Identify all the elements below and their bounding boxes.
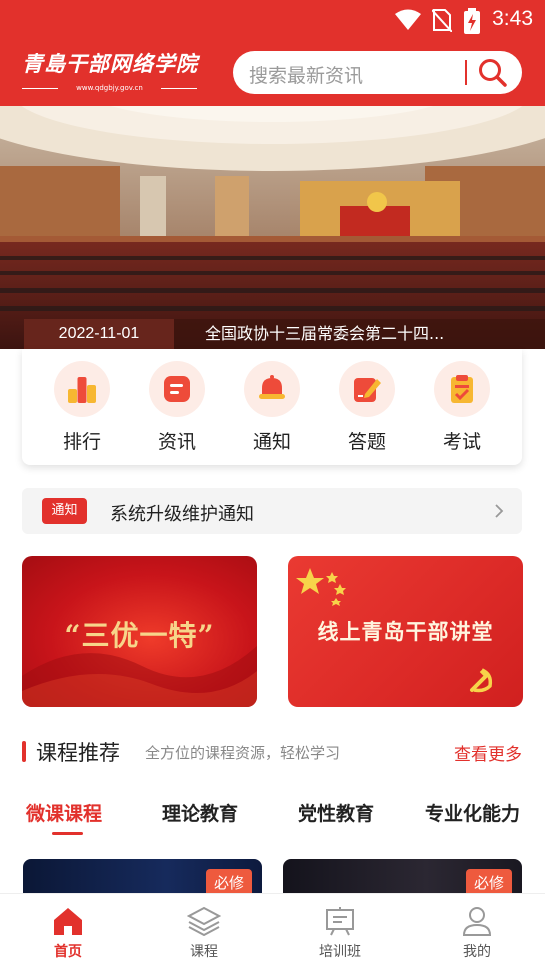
app-logo: 青島干部网络学院 www.qdgbjy.gov.cn [22, 48, 197, 94]
chevron-right-icon [495, 504, 504, 518]
logo-url: www.qdgbjy.gov.cn [22, 84, 197, 92]
board-icon [326, 907, 354, 936]
notice-tag: 通知 [42, 498, 87, 524]
tab-professional[interactable]: 专业化能力 [425, 799, 520, 826]
quick-item-quiz[interactable]: 答题 [327, 361, 407, 454]
status-time: 3:43 [492, 7, 533, 30]
search-input[interactable]: 搜索最新资讯 [249, 61, 363, 88]
quick-menu: 排行 资讯 通知 答题 考试 [22, 349, 522, 465]
promo-title: “三优一特” [64, 619, 215, 652]
party-emblem-icon [470, 668, 493, 693]
bottom-nav: 首页 课程 培训班 我的 [0, 893, 545, 970]
layers-icon [187, 906, 221, 936]
search-bar[interactable]: 搜索最新资讯 [233, 51, 522, 94]
banner-carousel[interactable] [0, 106, 545, 349]
banner-title[interactable]: 全国政协十三届常委会第二十四... [205, 319, 505, 349]
quiz-icon [354, 378, 381, 402]
notice-bar[interactable]: 通知 系统升级维护通知 [22, 488, 522, 534]
exam-icon [451, 375, 473, 403]
wifi-icon [395, 9, 421, 30]
promo-card-sanyou[interactable]: “三优一特” [22, 556, 257, 707]
view-more-link[interactable]: 查看更多 [454, 740, 522, 765]
quick-item-news[interactable]: 资讯 [137, 361, 217, 454]
banner-image [0, 106, 545, 349]
nav-course[interactable]: 课程 [164, 906, 244, 961]
notice-text: 系统升级维护通知 [110, 504, 254, 525]
search-icon[interactable] [477, 57, 509, 89]
section-accent [22, 741, 26, 762]
ranking-icon [68, 377, 96, 403]
nav-training[interactable]: 培训班 [300, 906, 380, 961]
tab-active-indicator [52, 832, 83, 835]
promo-card-lecture[interactable]: 线上青岛干部讲堂 [288, 556, 523, 707]
bell-icon [259, 375, 285, 399]
quick-item-exam[interactable]: 考试 [422, 361, 502, 454]
home-icon [54, 908, 82, 935]
no-sim-icon [432, 9, 452, 32]
search-divider [465, 60, 467, 85]
nav-mine[interactable]: 我的 [437, 906, 517, 961]
section-title: 课程推荐 [36, 741, 120, 765]
logo-title: 青島干部网络学院 [22, 51, 198, 76]
nav-home[interactable]: 首页 [28, 906, 108, 961]
quick-item-ranking[interactable]: 排行 [42, 361, 122, 454]
star-icon [296, 568, 346, 606]
user-icon [462, 907, 492, 936]
tab-theory[interactable]: 理论教育 [162, 799, 238, 826]
promo-title: 线上青岛干部讲堂 [317, 620, 494, 644]
tab-micro-course[interactable]: 微课课程 [26, 799, 102, 826]
battery-charging-icon [464, 8, 480, 34]
status-bar: 3:43 [0, 0, 545, 40]
tab-party[interactable]: 党性教育 [298, 799, 374, 826]
quick-item-notice[interactable]: 通知 [232, 361, 312, 454]
section-subtitle: 全方位的课程资源，轻松学习 [145, 744, 341, 762]
news-icon [164, 376, 190, 402]
banner-date: 2022-11-01 [24, 319, 174, 349]
